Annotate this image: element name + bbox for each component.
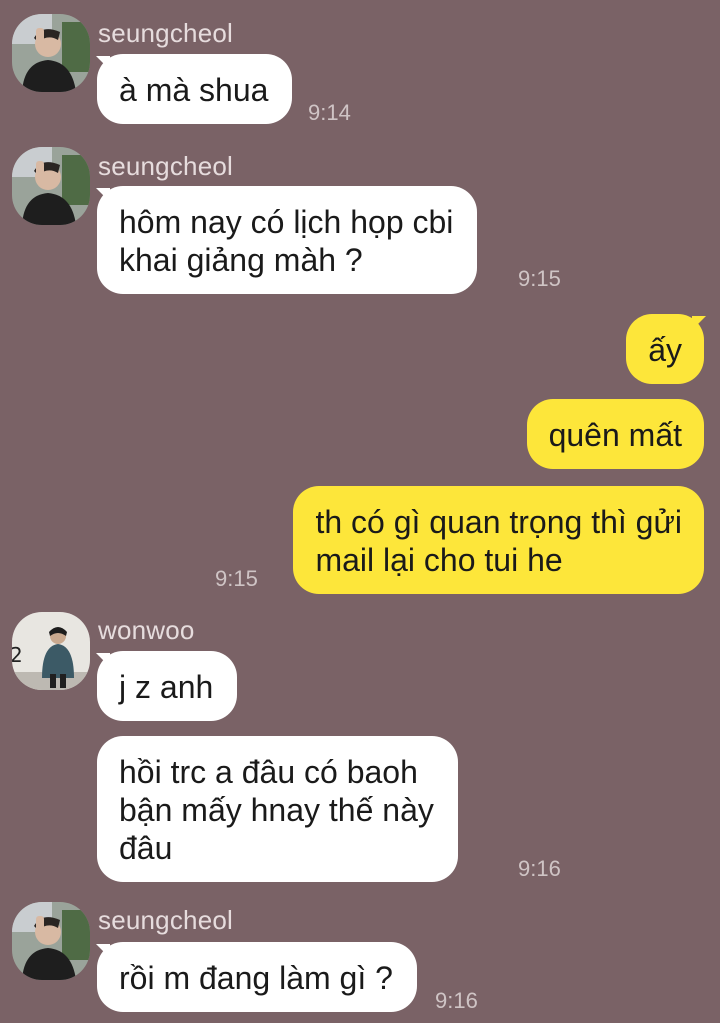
avatar-seungcheol[interactable]: [12, 147, 90, 225]
sender-name: seungcheol: [98, 18, 233, 48]
chat-thread[interactable]: seungcheol à mà shua 9:14 seungcheol hôm…: [0, 0, 720, 1023]
message-bubble-outgoing[interactable]: th có gì quan trọng thì gửi mail lại cho…: [293, 486, 704, 594]
sender-name: seungcheol: [98, 151, 233, 181]
message-bubble-outgoing[interactable]: quên mất: [526, 399, 704, 469]
message-bubble-incoming[interactable]: rồi m đang làm gì ?: [97, 942, 417, 1012]
message-bubble-outgoing[interactable]: ấy: [626, 314, 704, 384]
message-bubble-incoming[interactable]: hôm nay có lịch họp cbi khai giảng màh ?: [97, 186, 478, 294]
sender-name: wonwoo: [98, 615, 195, 645]
message-timestamp: 9:15: [215, 566, 258, 591]
avatar-wonwoo[interactable]: 2: [12, 612, 90, 690]
message-timestamp: 9:16: [435, 988, 478, 1013]
message-timestamp: 9:14: [308, 100, 351, 125]
message-bubble-incoming[interactable]: j z anh: [97, 651, 238, 721]
svg-text:2: 2: [12, 643, 23, 667]
avatar-seungcheol[interactable]: [12, 902, 90, 980]
sender-name: seungcheol: [98, 905, 233, 935]
message-timestamp: 9:16: [518, 856, 561, 881]
message-bubble-incoming[interactable]: à mà shua: [97, 54, 293, 124]
message-timestamp: 9:15: [518, 266, 561, 291]
avatar-seungcheol[interactable]: [12, 14, 90, 92]
message-bubble-incoming[interactable]: hồi trc a đâu có baoh bận mấy hnay thế n…: [97, 736, 458, 882]
